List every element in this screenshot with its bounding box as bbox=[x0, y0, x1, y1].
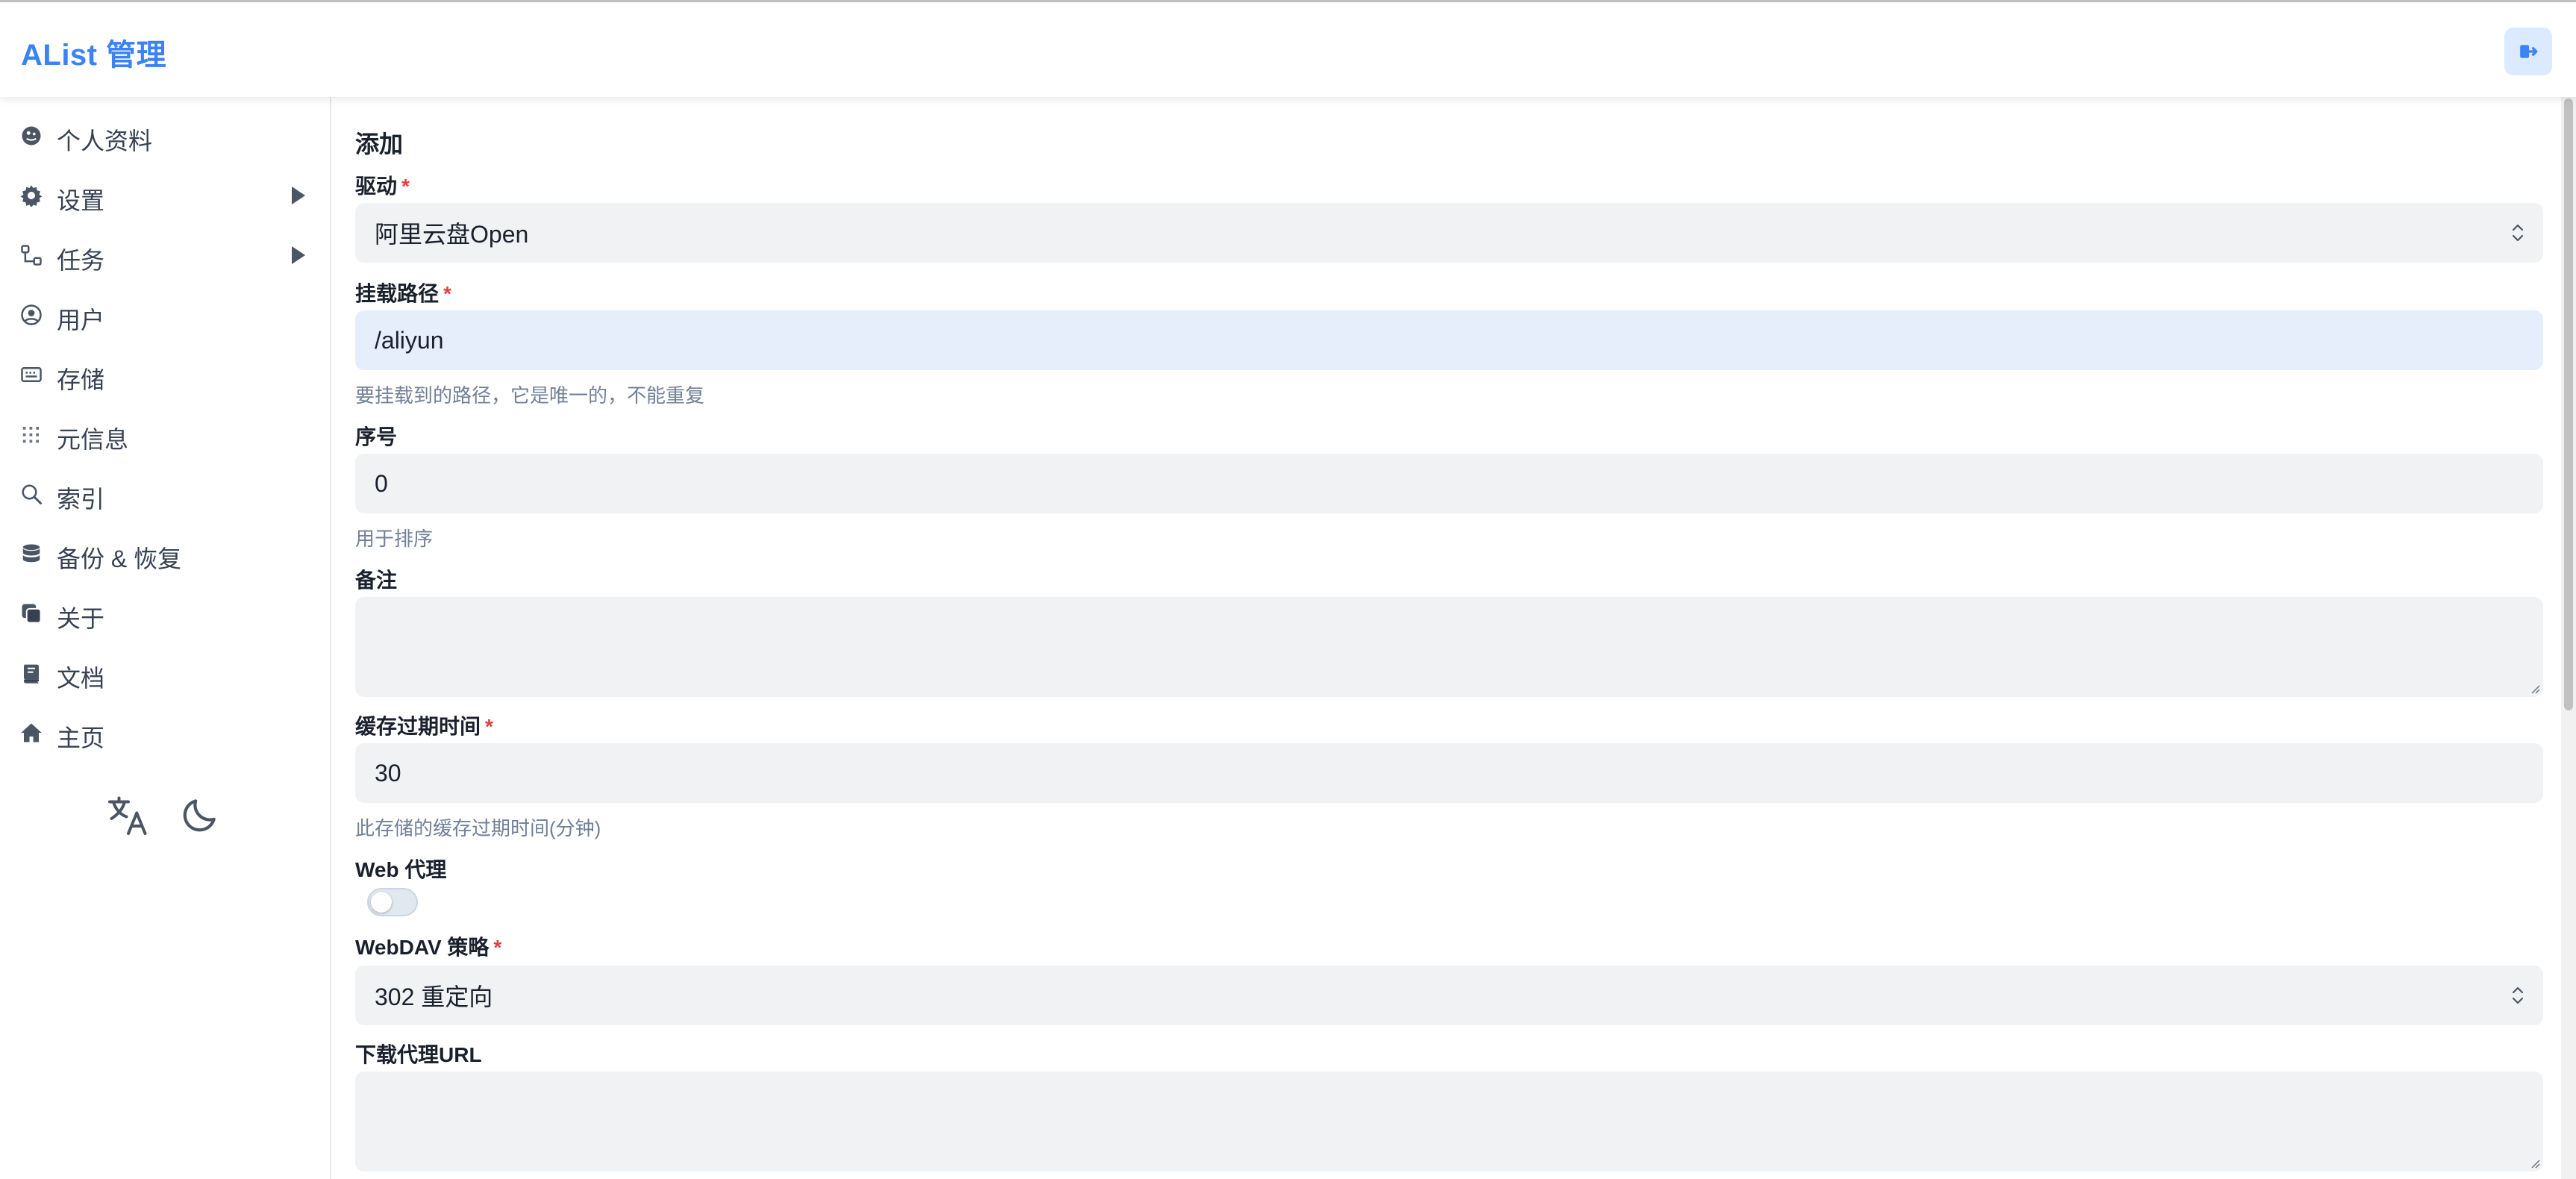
user-circle-icon bbox=[19, 303, 43, 327]
sidebar-item-label: 个人资料 bbox=[57, 128, 153, 154]
select-chevron-icon bbox=[2512, 986, 2524, 1004]
logout-icon bbox=[2520, 45, 2538, 58]
sidebar-tools bbox=[0, 785, 331, 845]
moon-icon bbox=[183, 799, 216, 832]
sidebar: 个人资料 设置 任务 用户 存储 元信息 索引 备份 & 恢复 关于 文档 主页 bbox=[0, 97, 331, 1179]
sidebar-item-profile[interactable]: 个人资料 bbox=[0, 106, 331, 166]
required-mark: * bbox=[485, 715, 493, 738]
sidebar-item-backup-restore[interactable]: 备份 & 恢复 bbox=[0, 524, 331, 584]
scrollbar-thumb[interactable] bbox=[2564, 98, 2573, 710]
driver-label: 驱动 * bbox=[355, 175, 410, 198]
remark-textarea[interactable] bbox=[355, 597, 2543, 697]
database-icon bbox=[19, 542, 43, 566]
tasks-icon bbox=[19, 243, 43, 267]
vertical-scrollbar[interactable] bbox=[2561, 97, 2576, 1179]
top-bar: AList 管理 bbox=[0, 0, 2576, 97]
driver-select-value: 阿里云盘Open bbox=[375, 221, 529, 248]
language-button[interactable] bbox=[104, 791, 152, 839]
sidebar-item-label: 备份 & 恢复 bbox=[57, 545, 182, 572]
sidebar-item-users[interactable]: 用户 bbox=[0, 285, 331, 345]
chevron-right-icon[interactable] bbox=[287, 243, 310, 267]
sidebar-item-home[interactable]: 主页 bbox=[0, 703, 331, 763]
mount-path-label: 挂载路径 * bbox=[355, 282, 451, 305]
user-profile-icon bbox=[19, 124, 43, 148]
sidebar-item-label: 用户 bbox=[57, 307, 105, 334]
theme-toggle-button[interactable] bbox=[176, 791, 224, 839]
required-mark: * bbox=[493, 936, 502, 959]
order-value: 0 bbox=[375, 469, 388, 497]
toggle-knob bbox=[371, 892, 392, 913]
sidebar-item-label: 元信息 bbox=[57, 426, 129, 453]
select-chevron-icon bbox=[2512, 224, 2524, 242]
gear-icon bbox=[19, 184, 43, 207]
webdav-policy-select[interactable]: 302 重定向 bbox=[355, 966, 2543, 1025]
sidebar-item-docs[interactable]: 文档 bbox=[0, 643, 331, 703]
logout-button[interactable] bbox=[2504, 28, 2552, 75]
mount-path-value: /aliyun bbox=[375, 326, 444, 354]
cache-expiration-helper: 此存储的缓存过期时间(分钟) bbox=[355, 817, 601, 839]
resize-grip-icon[interactable] bbox=[2528, 1157, 2540, 1169]
cache-expiration-label: 缓存过期时间 * bbox=[355, 715, 493, 738]
order-label: 序号 bbox=[355, 425, 398, 448]
sidebar-item-index[interactable]: 索引 bbox=[0, 464, 331, 524]
sidebar-item-label: 关于 bbox=[57, 605, 105, 632]
resize-grip-icon[interactable] bbox=[2528, 682, 2540, 694]
app-title[interactable]: AList 管理 bbox=[21, 31, 166, 74]
sidebar-item-label: 存储 bbox=[57, 366, 105, 393]
web-proxy-label: Web 代理 bbox=[355, 858, 447, 881]
sidebar-item-tasks[interactable]: 任务 bbox=[0, 225, 331, 285]
web-proxy-toggle[interactable] bbox=[367, 888, 418, 916]
webdav-policy-value: 302 重定向 bbox=[375, 983, 493, 1010]
cache-expiration-input[interactable]: 30 bbox=[355, 743, 2543, 803]
sidebar-item-settings[interactable]: 设置 bbox=[0, 166, 331, 225]
cache-expiration-value: 30 bbox=[375, 759, 401, 786]
order-helper: 用于排序 bbox=[355, 528, 434, 550]
mount-path-input[interactable]: /aliyun bbox=[355, 310, 2543, 370]
remark-label: 备注 bbox=[355, 569, 398, 592]
order-input[interactable]: 0 bbox=[355, 454, 2543, 513]
book-icon bbox=[19, 661, 43, 685]
mount-path-helper: 要挂载到的路径，它是唯一的，不能重复 bbox=[355, 384, 705, 407]
translate-icon bbox=[108, 796, 147, 835]
download-proxy-url-label: 下载代理URL bbox=[355, 1043, 482, 1066]
driver-select[interactable]: 阿里云盘Open bbox=[355, 203, 2543, 263]
meta-icon bbox=[19, 422, 43, 446]
chevron-right-icon[interactable] bbox=[287, 184, 310, 207]
sidebar-item-storage[interactable]: 存储 bbox=[0, 345, 331, 404]
sidebar-item-label: 任务 bbox=[57, 247, 105, 274]
search-icon bbox=[19, 482, 43, 506]
sidebar-item-label: 设置 bbox=[57, 187, 105, 214]
storage-icon bbox=[19, 363, 43, 387]
sidebar-item-label: 索引 bbox=[57, 486, 105, 513]
download-proxy-url-textarea[interactable] bbox=[355, 1072, 2543, 1172]
required-mark: * bbox=[401, 175, 410, 198]
page-title: 添加 bbox=[355, 131, 404, 157]
sidebar-item-about[interactable]: 关于 bbox=[0, 584, 331, 643]
home-icon bbox=[19, 721, 43, 745]
webdav-policy-label: WebDAV 策略 * bbox=[355, 936, 502, 959]
sidebar-item-label: 文档 bbox=[57, 665, 105, 692]
about-icon bbox=[19, 601, 43, 625]
required-mark: * bbox=[443, 282, 451, 305]
sidebar-item-label: 主页 bbox=[57, 725, 105, 751]
sidebar-item-meta[interactable]: 元信息 bbox=[0, 404, 331, 464]
